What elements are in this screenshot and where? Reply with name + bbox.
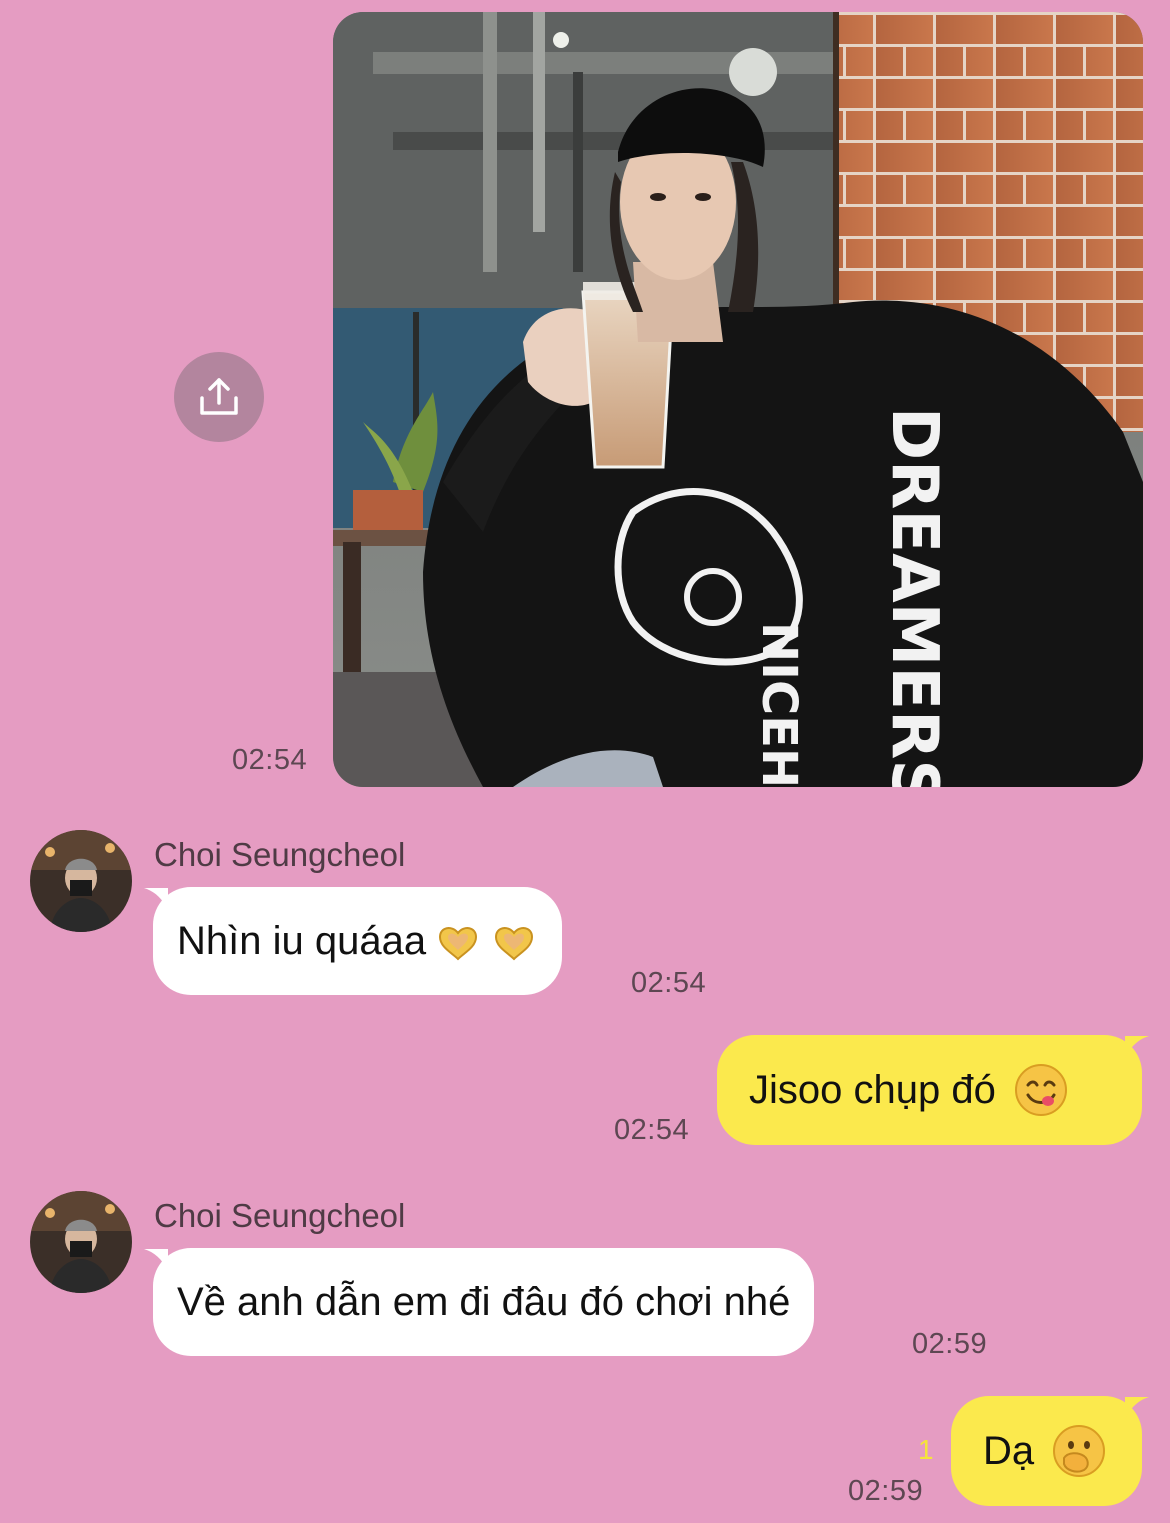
heart-hands-emoji-icon [436, 919, 538, 963]
yum-face-emoji-icon [1014, 1063, 1068, 1117]
bubble-tail [1125, 1397, 1149, 1419]
message-time: 02:59 [848, 1475, 924, 1507]
share-button[interactable] [174, 352, 264, 442]
selfie-photo: DREAMERS NICEHOSTCLUB [333, 12, 1143, 787]
message-time: 02:54 [631, 967, 707, 999]
message-bubble[interactable]: Dạ [951, 1396, 1142, 1506]
message-text: Jisoo chụp đó [749, 1067, 996, 1112]
avatar[interactable] [30, 830, 132, 932]
svg-text:DREAMERS: DREAMERS [877, 407, 951, 787]
message-text: Nhìn iu quáaa [177, 918, 427, 963]
avatar[interactable] [30, 1191, 132, 1293]
message-bubble[interactable]: Nhìn iu quáaa [153, 887, 563, 995]
hand-over-mouth-emoji-icon [1052, 1424, 1106, 1478]
message-text: Về anh dẫn em đi đâu đó chơi nhé [177, 1279, 791, 1324]
unread-count: 1 [918, 1434, 934, 1465]
message-time: 02:59 [912, 1328, 988, 1360]
message-time: 02:54 [614, 1114, 690, 1146]
sender-name: Choi Seungcheol [154, 1197, 406, 1234]
sender-name: Choi Seungcheol [154, 836, 406, 873]
message-time: 02:54 [232, 744, 308, 776]
share-icon [200, 378, 238, 415]
message-bubble[interactable]: Về anh dẫn em đi đâu đó chơi nhé [153, 1248, 815, 1356]
bubble-tail [1125, 1036, 1149, 1058]
photo-message[interactable]: DREAMERS NICEHOSTCLUB [333, 12, 1143, 787]
message-text: Dạ [983, 1428, 1035, 1473]
message-bubble[interactable]: Jisoo chụp đó [717, 1035, 1142, 1145]
